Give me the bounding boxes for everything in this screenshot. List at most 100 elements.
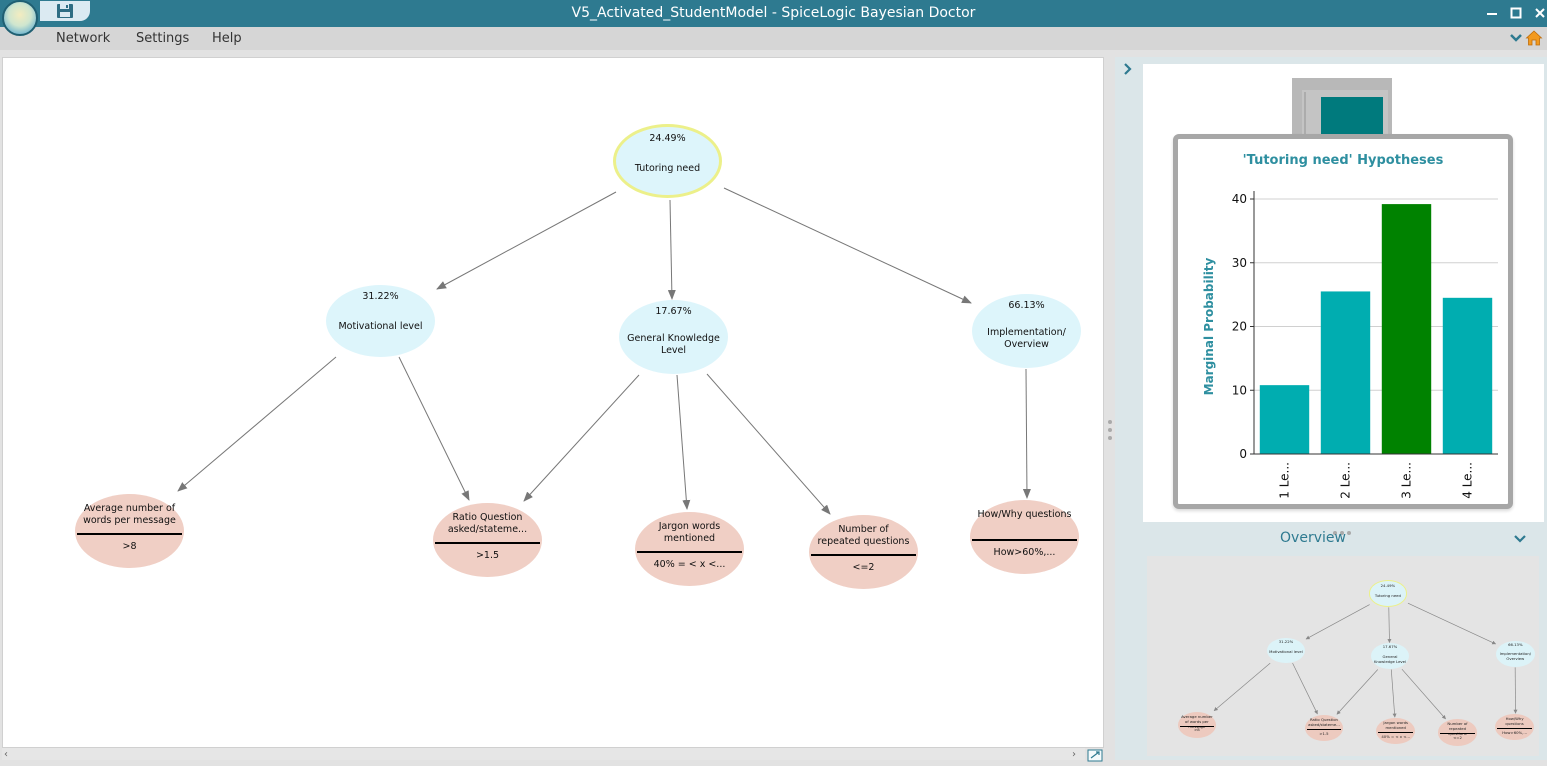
panel-splitter[interactable] bbox=[1107, 418, 1113, 442]
node-probability: 24.49% bbox=[1370, 584, 1407, 589]
node-label: Jargon words mentioned bbox=[642, 521, 738, 546]
node-label: Average number of words per message bbox=[82, 503, 178, 528]
overview-node-motivation[interactable]: 31.22%Motivational level bbox=[1267, 638, 1306, 664]
x-tick-label: 3 Le... bbox=[1400, 462, 1414, 499]
node-probability: 31.22% bbox=[1267, 640, 1306, 645]
node-ratio[interactable]: Ratio Question asked/stateme...>1.5 bbox=[433, 503, 542, 577]
node-howwhy[interactable]: How/Why questionsHow>60%,... bbox=[970, 500, 1079, 574]
menu-network[interactable]: Network bbox=[56, 31, 110, 46]
node-label: Tutoring need bbox=[622, 163, 713, 175]
overview-edge-tutoring-motivation bbox=[1306, 605, 1370, 639]
close-icon bbox=[1531, 4, 1547, 22]
overview-edge-knowledge-jargon bbox=[1391, 670, 1395, 718]
node-label: Tutoring need bbox=[1372, 594, 1404, 599]
menu-help[interactable]: Help bbox=[212, 31, 242, 46]
node-probability: 31.22% bbox=[326, 291, 435, 303]
title-bar: V5_Activated_StudentModel - SpiceLogic B… bbox=[0, 0, 1547, 27]
node-divider bbox=[811, 554, 916, 556]
node-motivation[interactable]: 31.22% Motivational level bbox=[326, 285, 435, 357]
node-probability: 66.13% bbox=[1496, 643, 1535, 648]
node-label: How/Why questions bbox=[1498, 717, 1532, 727]
y-axis-label: Marginal Probability bbox=[1202, 257, 1216, 395]
y-tick-label: 20 bbox=[1232, 320, 1247, 334]
edge-motivation-avgwords bbox=[178, 357, 336, 491]
window-title: V5_Activated_StudentModel - SpiceLogic B… bbox=[0, 0, 1547, 27]
node-probability: 24.49% bbox=[616, 133, 719, 145]
overview-edge-knowledge-repeated bbox=[1402, 669, 1446, 719]
node-label: How/Why questions bbox=[977, 509, 1073, 521]
home-icon bbox=[1525, 29, 1543, 47]
y-tick-label: 40 bbox=[1232, 192, 1247, 206]
chart-thumbnail-graphic bbox=[1292, 78, 1392, 140]
bar-1 bbox=[1260, 385, 1309, 454]
x-tick-label: 4 Le... bbox=[1461, 462, 1475, 499]
y-tick-label: 0 bbox=[1239, 447, 1247, 461]
hypothesis-chart: 'Tutoring need' Hypotheses0102030401 Le.… bbox=[1173, 134, 1513, 509]
node-divider bbox=[1440, 733, 1475, 734]
panel-collapse-button[interactable] bbox=[1122, 60, 1134, 78]
overview-node-repeated[interactable]: Number of repeated questions<=2 bbox=[1438, 719, 1477, 745]
node-divider bbox=[637, 551, 742, 553]
node-tutoring[interactable]: 24.49% Tutoring need bbox=[613, 124, 722, 198]
overview-node-howwhy[interactable]: How/Why questions How>60%,... bbox=[1495, 714, 1534, 740]
overview-edge-tutoring-implementation bbox=[1408, 603, 1496, 644]
overview-collapse-button[interactable] bbox=[1513, 531, 1527, 545]
splitter-grip-icon bbox=[1107, 418, 1113, 442]
edge-tutoring-motivation bbox=[437, 192, 616, 289]
minimize-icon bbox=[1483, 4, 1501, 22]
close-button[interactable] bbox=[1531, 4, 1547, 22]
edge-implementation-howwhy bbox=[1026, 369, 1027, 498]
node-state: How>60%,... bbox=[1495, 731, 1534, 736]
node-state: 40% = < x <... bbox=[635, 559, 744, 571]
zoom-fit-button[interactable] bbox=[1087, 747, 1103, 760]
node-label: Number of repeated questions bbox=[816, 524, 912, 549]
scroll-left-arrow-icon[interactable]: ‹ bbox=[4, 749, 8, 760]
node-state: >8 bbox=[75, 541, 184, 553]
minimize-button[interactable] bbox=[1483, 4, 1501, 22]
node-label: Ratio Question asked/stateme... bbox=[1307, 718, 1341, 728]
chevron-down-icon bbox=[1513, 532, 1527, 546]
node-avgwords[interactable]: Average number of words per message >8 bbox=[75, 494, 184, 568]
node-divider bbox=[1307, 729, 1342, 730]
menu-settings[interactable]: Settings bbox=[136, 31, 189, 46]
node-state: <=2 bbox=[809, 562, 918, 574]
network-edges bbox=[3, 58, 1104, 748]
overview-node-implementation[interactable]: 66.13%Implementation/ Overview bbox=[1496, 641, 1535, 667]
application-menu-button[interactable] bbox=[2, 0, 38, 36]
node-probability: 66.13% bbox=[972, 300, 1081, 312]
node-state: >1.5 bbox=[433, 550, 542, 562]
node-label: General Knowledge Level bbox=[626, 333, 722, 358]
horizontal-scrollbar[interactable] bbox=[2, 748, 1085, 760]
menu-bar: Network Settings Help bbox=[0, 27, 1547, 50]
network-canvas[interactable]: 24.49% Tutoring need 31.22% Motivational le… bbox=[2, 57, 1104, 748]
overview-title: Overview bbox=[1143, 530, 1483, 546]
node-probability: 17.67% bbox=[1371, 645, 1410, 650]
overview-node-avgwords[interactable]: Average number of words per message>8 bbox=[1178, 712, 1217, 738]
overview-node-tutoring[interactable]: 24.49% Tutoring need bbox=[1369, 580, 1408, 606]
ribbon-collapse-button[interactable] bbox=[1509, 29, 1523, 45]
node-implementation[interactable]: 66.13% Implementation/ Overview bbox=[972, 294, 1081, 368]
home-button[interactable] bbox=[1525, 29, 1543, 47]
node-label: General Knowledge Level bbox=[1373, 655, 1407, 665]
edge-knowledge-ratio bbox=[524, 375, 639, 501]
node-state: <=2 bbox=[1438, 736, 1477, 741]
node-repeated[interactable]: Number of repeated questions <=2 bbox=[809, 515, 918, 589]
node-label: Motivational level bbox=[333, 321, 429, 333]
panel-resize-grip[interactable] bbox=[1332, 521, 1362, 527]
bar-2 bbox=[1321, 291, 1370, 454]
maximize-button[interactable] bbox=[1507, 4, 1525, 22]
node-state: >8 bbox=[1178, 728, 1217, 733]
chart-thumbnail[interactable] bbox=[1292, 78, 1392, 140]
bar-3 bbox=[1382, 204, 1431, 454]
overview-edge-motivation-avgwords bbox=[1214, 663, 1270, 711]
node-knowledge[interactable]: 17.67%General Knowledge Level bbox=[619, 300, 728, 374]
scroll-right-arrow-icon[interactable]: › bbox=[1072, 749, 1076, 760]
node-state: >1.5 bbox=[1305, 732, 1344, 737]
node-divider bbox=[77, 533, 182, 535]
node-label: Implementation/ Overview bbox=[979, 327, 1075, 352]
y-tick-label: 10 bbox=[1232, 383, 1247, 397]
overview-header: Overview bbox=[1143, 528, 1544, 550]
overview-minimap[interactable]: 24.49% Tutoring need 31.22%Motivational le… bbox=[1147, 556, 1539, 756]
node-jargon[interactable]: Jargon words mentioned 40% = < x <... bbox=[635, 512, 744, 586]
chevron-right-icon bbox=[1122, 60, 1134, 78]
